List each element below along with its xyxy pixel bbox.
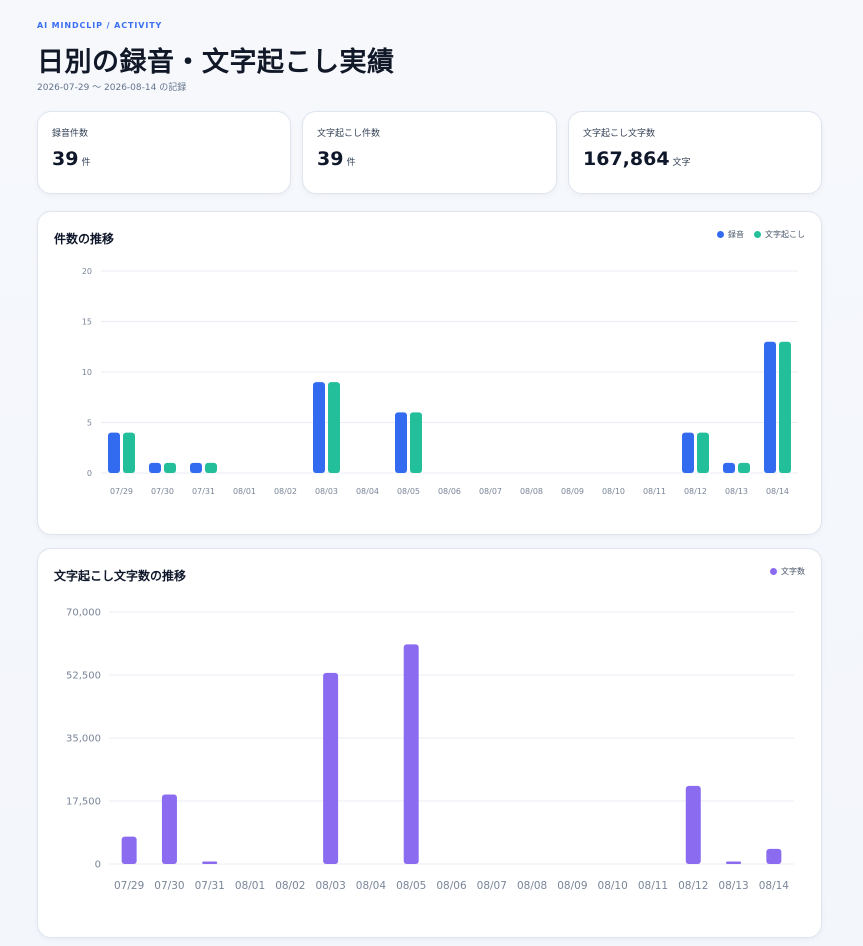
- x-tick-label: 08/10: [598, 880, 628, 892]
- stat-card-characters: 文字起こし文字数 167,864 文字: [568, 111, 822, 194]
- bar-文字数-08/13: [726, 861, 742, 864]
- x-tick-label: 08/13: [725, 487, 748, 496]
- x-tick-label: 08/07: [479, 487, 502, 496]
- x-tick-label: 08/06: [436, 880, 467, 892]
- count-bar-chart: 0 5 10 15 20 07/29 07/30 07/31 08/01 08/02 08/03 08…: [82, 267, 798, 496]
- stat-card-recordings: 録音件数 39 件: [37, 111, 291, 194]
- x-tick-label: 08/04: [356, 880, 387, 892]
- x-tick-label: 08/05: [397, 487, 420, 496]
- bar-文字数-07/31: [202, 861, 218, 864]
- bar-文字起こし-07/31: [205, 462, 217, 473]
- count-chart-card: 件数の推移 録音 文字起こし 0 5 10 15 20 07/29 07/30 07/31 08…: [37, 211, 822, 535]
- bar-録音-08/14: [764, 341, 776, 473]
- y-tick-label: 15: [82, 317, 92, 326]
- stat-label: 文字起こし件数: [317, 129, 381, 139]
- x-tick-label: 08/04: [356, 487, 379, 496]
- stat-unit: 文字: [672, 158, 691, 168]
- x-tick-label: 08/05: [396, 880, 426, 892]
- stat-label: 文字起こし文字数: [583, 129, 656, 139]
- x-tick-label: 08/09: [557, 880, 587, 892]
- bar-録音-07/30: [149, 462, 161, 473]
- bar-文字起こし-07/29: [123, 432, 135, 473]
- x-tick-label: 07/29: [110, 487, 133, 496]
- x-tick-label: 08/13: [718, 880, 748, 892]
- x-tick-label: 08/02: [274, 487, 297, 496]
- stat-card-transcriptions: 文字起こし件数 39 件: [302, 111, 557, 194]
- bar-文字数-08/05: [403, 644, 419, 864]
- bar-録音-07/31: [190, 462, 202, 473]
- x-tick-label: 07/31: [192, 487, 215, 496]
- x-tick-label: 07/29: [114, 880, 144, 892]
- bar-文字起こし-08/05: [410, 412, 422, 473]
- bar-文字数-07/29: [121, 836, 137, 864]
- y-tick-label: 5: [87, 418, 92, 427]
- page-title: 日別の録音・文字起こし実績: [37, 47, 395, 78]
- y-tick-label: 0: [87, 469, 92, 478]
- x-tick-label: 08/03: [315, 487, 338, 496]
- x-tick-label: 08/08: [517, 880, 547, 892]
- x-tick-label: 07/30: [151, 487, 174, 496]
- y-tick-label: 20: [82, 267, 92, 276]
- stat-label: 録音件数: [52, 129, 89, 139]
- bar-録音-08/12: [682, 432, 694, 473]
- stat-value: 167,864 文字: [583, 148, 691, 170]
- bar-録音-08/05: [395, 412, 407, 473]
- stat-number: 39: [52, 148, 79, 170]
- bar-文字数-08/14: [766, 848, 782, 864]
- bar-文字数-08/03: [323, 672, 339, 864]
- y-tick-label: 70,000: [66, 608, 101, 619]
- bar-録音-08/13: [723, 462, 735, 473]
- x-tick-label: 08/01: [235, 880, 265, 892]
- x-tick-label: 07/30: [154, 880, 184, 892]
- x-tick-label: 08/09: [561, 487, 584, 496]
- bar-録音-07/29: [108, 432, 120, 473]
- x-tick-label: 08/02: [275, 880, 305, 892]
- y-tick-label: 0: [95, 860, 101, 871]
- x-tick-label: 08/08: [520, 487, 543, 496]
- bar-文字数-08/12: [685, 785, 701, 864]
- x-tick-label: 08/10: [602, 487, 625, 496]
- x-tick-label: 08/07: [477, 880, 507, 892]
- bar-文字数-07/30: [161, 794, 177, 864]
- y-tick-label: 17,500: [66, 797, 101, 808]
- x-tick-label: 08/11: [643, 487, 666, 496]
- y-tick-label: 35,000: [66, 734, 101, 745]
- bar-文字起こし-08/12: [697, 432, 709, 473]
- x-tick-label: 08/11: [638, 880, 668, 892]
- stat-number: 39: [317, 148, 344, 170]
- bar-文字起こし-08/03: [328, 382, 340, 473]
- chars-bar-chart: 0 17,500 35,000 52,500 70,000 07/29 07/30 07/31…: [66, 608, 794, 892]
- x-tick-label: 08/12: [678, 880, 708, 892]
- y-tick-label: 10: [82, 368, 92, 377]
- eyebrow-label: AI MINDCLIP / ACTIVITY: [37, 21, 163, 30]
- x-tick-label: 07/31: [195, 880, 225, 892]
- date-range: 2026-07-29 〜 2026-08-14 の記録: [37, 83, 187, 93]
- stat-value: 39 件: [317, 148, 355, 170]
- x-tick-label: 08/14: [766, 487, 789, 496]
- chars-chart-card: 文字起こし文字数の推移 文字数 0 17,500 35,000 52,500 70,00…: [37, 548, 822, 938]
- stat-unit: 件: [81, 158, 91, 168]
- x-tick-label: 08/03: [315, 880, 345, 892]
- x-tick-label: 08/14: [759, 880, 790, 892]
- x-tick-label: 08/12: [684, 487, 707, 496]
- bar-文字起こし-08/14: [779, 341, 791, 473]
- stat-number: 167,864: [583, 148, 670, 170]
- y-tick-label: 52,500: [66, 671, 101, 682]
- x-tick-label: 08/06: [438, 487, 461, 496]
- stat-value: 39 件: [52, 148, 90, 170]
- bar-文字起こし-08/13: [738, 462, 750, 473]
- stat-unit: 件: [346, 158, 356, 168]
- x-tick-label: 08/01: [233, 487, 256, 496]
- bar-文字起こし-07/30: [164, 462, 176, 473]
- bar-録音-08/03: [313, 382, 325, 473]
